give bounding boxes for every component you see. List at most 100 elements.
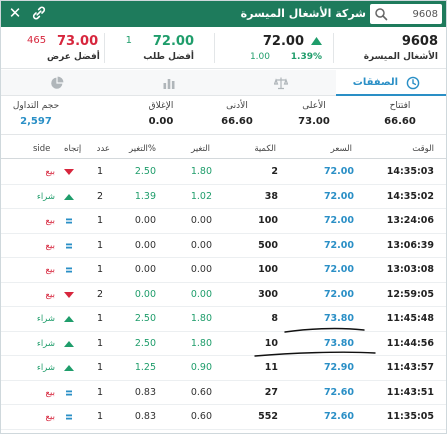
trade-direction [63, 160, 79, 184]
trade-count: 1 [96, 239, 103, 251]
trade-change-pct: 2.50 [134, 313, 156, 324]
trade-change: 1.02 [190, 190, 212, 202]
trade-change-pct: 0.00 [134, 264, 156, 275]
col-direction[interactable]: إتجاه [64, 144, 81, 154]
trade-qty: 38 [264, 190, 278, 202]
trade-row[interactable]: 13:06:39 72.00 500 0.00 0.00 1 بيع [1, 234, 446, 258]
best-ask-price: 73.00 [57, 34, 99, 49]
col-change[interactable]: التغير [191, 144, 210, 154]
tab-analytics[interactable] [1, 70, 113, 96]
trade-change-pct: 0.00 [134, 239, 156, 251]
trade-row[interactable]: 11:43:51 72.60 27 0.60 0.83 1 بيع [1, 381, 446, 405]
tab-trades[interactable]: الصفقات [336, 70, 446, 96]
window-title: شركة الأشغال الميسرة [240, 7, 366, 20]
col-qty[interactable]: الكمية [254, 144, 276, 154]
col-time[interactable]: الوقت [412, 144, 434, 154]
col-side[interactable]: side [33, 144, 50, 154]
trade-side: بيع [45, 216, 55, 226]
tab-chart[interactable] [113, 70, 225, 96]
trade-row[interactable]: 11:43:57 72.90 11 0.90 1.25 1 شراء [1, 356, 446, 381]
trade-change: 0.60 [190, 386, 212, 398]
trade-time: 11:43:51 [386, 386, 434, 398]
stat-value: 73.00 [298, 116, 330, 127]
col-price[interactable]: السعر [331, 144, 352, 154]
trade-change: 1.80 [190, 313, 212, 324]
trade-direction [63, 307, 79, 331]
trade-time: 11:44:56 [386, 337, 434, 349]
trade-price: 72.00 [323, 215, 354, 226]
trade-time: 11:35:05 [386, 411, 434, 422]
trade-row[interactable]: 11:44:56 73.80 10 1.80 2.50 1 شراء [1, 332, 446, 356]
stat-close: الإغلاق 0.00 [126, 100, 196, 132]
trade-change: 0.00 [190, 288, 212, 300]
col-count[interactable]: عدد [97, 144, 110, 154]
trade-price: 72.60 [323, 411, 354, 422]
divider [333, 33, 334, 63]
trade-count: 1 [96, 264, 103, 275]
trade-direction [63, 332, 79, 356]
pie-chart-icon [51, 76, 64, 89]
trade-direction [63, 405, 79, 429]
trade-count: 2 [96, 190, 103, 202]
trade-row[interactable]: 13:24:06 72.00 100 0.00 0.00 1 بيع [1, 209, 446, 234]
link-icon[interactable] [31, 4, 47, 22]
arrow-up-icon [64, 340, 74, 347]
symbol-cell: 9608 الأشغال الميسرة [338, 27, 446, 69]
trade-direction [63, 356, 79, 380]
trade-row[interactable]: 14:35:02 72.00 38 1.02 1.39 2 شراء [1, 185, 446, 209]
trade-price: 72.00 [323, 166, 354, 177]
close-icon[interactable]: ✕ [7, 3, 23, 23]
symbol-search[interactable] [370, 4, 442, 24]
arrow-up-icon [64, 316, 74, 322]
trade-row[interactable]: 12:59:05 72.00 300 0.00 0.00 2 بيع [1, 283, 446, 307]
trade-row[interactable]: 11:45:48 73.80 8 1.80 2.50 1 شراء [1, 307, 446, 332]
trade-row[interactable]: 14:35:03 72.00 2 1.80 2.50 1 بيع [1, 160, 446, 185]
best-ask-cell: 73.00 465 أفضل عرض [1, 27, 105, 69]
trade-count: 2 [96, 288, 103, 300]
trade-change-pct: 1.25 [134, 362, 156, 373]
trade-count: 1 [96, 386, 103, 398]
trade-side: بيع [45, 240, 55, 251]
company-name: الأشغال الميسرة [363, 52, 438, 62]
trade-change: 0.60 [190, 411, 212, 422]
trade-row[interactable]: 11:35:05 72.60 552 0.60 0.83 1 بيع [1, 405, 446, 430]
trade-time: 11:43:57 [386, 362, 434, 373]
trade-direction [63, 234, 79, 258]
stat-low: الأدنى 66.60 [202, 100, 272, 132]
stat-label: افتتاح [389, 101, 411, 111]
trade-direction [63, 283, 79, 307]
symbol-code: 9608 [401, 34, 438, 49]
tab-order-book[interactable] [225, 70, 336, 96]
trade-time: 12:59:05 [386, 288, 434, 300]
trade-direction [63, 209, 79, 233]
trade-count: 1 [96, 215, 103, 226]
trade-change-pct: 2.50 [134, 337, 156, 349]
best-bid-qty: 1 [125, 35, 132, 46]
equal-icon [66, 414, 72, 420]
trade-change-pct: 0.83 [134, 386, 156, 398]
tab-trades-label: الصفقات [352, 77, 398, 88]
trade-side: بيع [45, 387, 55, 398]
trade-direction [63, 381, 79, 405]
stat-open: افتتاح 66.60 [365, 100, 435, 132]
trades-table-header: الوقت السعر الكمية التغير التغير% عدد إت… [1, 141, 446, 159]
trade-change: 1.80 [190, 166, 212, 177]
trade-price: 73.80 [323, 337, 354, 349]
trade-change: 0.00 [190, 239, 212, 251]
trade-count: 1 [96, 166, 103, 177]
last-price-cell: 72.00 1.39% 1.00 [220, 27, 330, 69]
trade-change-pct: 0.00 [134, 288, 156, 300]
stat-value: 66.60 [384, 116, 416, 127]
trade-row[interactable]: 13:03:08 72.00 100 0.00 0.00 1 بيع [1, 258, 446, 283]
trade-qty: 2 [271, 166, 278, 177]
trade-qty: 10 [264, 337, 278, 349]
trade-side: شراء [36, 338, 55, 349]
market-watch-window: ✕ شركة الأشغال الميسرة 9608 الأشغال المي… [0, 0, 447, 434]
col-change-pct[interactable]: التغير% [129, 144, 156, 154]
trade-side: بيع [45, 289, 55, 300]
search-icon [375, 8, 388, 21]
trade-change-pct: 1.39 [134, 190, 156, 202]
trades-table-body: 14:35:03 72.00 2 1.80 2.50 1 بيع 14:35:02 72.00 3… [1, 160, 446, 430]
triangle-up-icon [311, 37, 322, 45]
search-input[interactable] [392, 4, 438, 24]
